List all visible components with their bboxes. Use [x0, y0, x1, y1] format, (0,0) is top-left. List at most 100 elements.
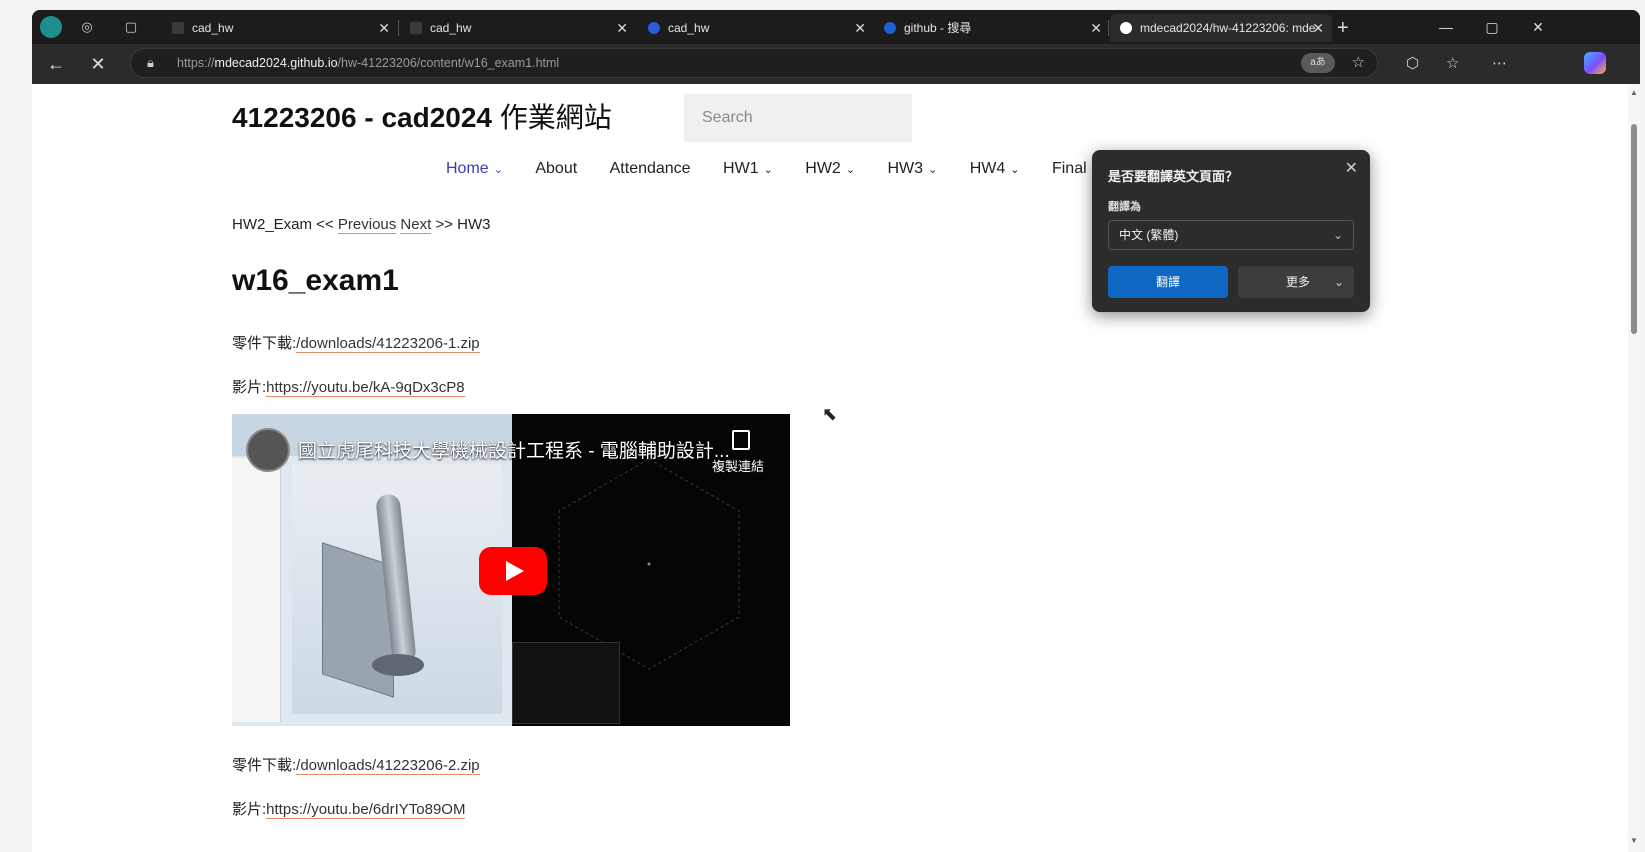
youtube-embed[interactable]: 國立虎尾科技大學機械設計工程系 - 電腦輔助設計... 複製連結 [232, 414, 790, 726]
nav-label: HW2 [805, 160, 841, 177]
breadcrumb: HW2_Exam << Previous Next >> HW3 [232, 216, 491, 234]
nav-home[interactable]: Home ⌄ [446, 160, 503, 178]
site-title-text: 41223206 - cad2024 [232, 102, 492, 133]
tab-cad-hw-3[interactable]: cad_hw ✕ [638, 14, 874, 42]
tab-favicon-icon [172, 22, 184, 34]
cad-viewport [292, 464, 502, 714]
tab-github-search[interactable]: github - 搜尋 ✕ [874, 14, 1110, 42]
chevron-down-icon: ⌄ [763, 164, 773, 176]
tab-github-repo[interactable]: mdecad2024/hw-41223206: mde ✕ [1110, 14, 1332, 42]
tab-title: cad_hw [668, 21, 710, 35]
close-icon[interactable]: ✕ [1312, 14, 1324, 42]
more-button[interactable]: 更多 ⌄ [1238, 266, 1354, 298]
page-title: w16_exam1 [232, 264, 399, 297]
more-button-label: 更多 [1286, 275, 1311, 289]
nav-attendance[interactable]: Attendance [610, 160, 691, 178]
tab-actions-icon[interactable]: ▢ [122, 18, 140, 36]
play-button[interactable] [479, 547, 547, 595]
video2-paragraph: 影片:https://youtu.be/6drIYTo89OM [232, 798, 466, 819]
close-icon[interactable]: ✕ [378, 14, 390, 42]
lock-icon[interactable]: 🔒︎ [147, 55, 154, 71]
profile-avatar[interactable] [40, 16, 62, 38]
breadcrumb-suffix: >> HW3 [435, 216, 491, 233]
translate-popup: 是否要翻譯英文頁面？ ✕ 翻譯為 中文 (繁體) ⌄ 翻譯 更多 ⌄ [1092, 150, 1370, 312]
part2-paragraph: 零件下載:/downloads/41223206-2.zip [232, 754, 480, 775]
search-icon [884, 22, 896, 34]
page-scrollbar[interactable]: ▲ ▼ [1628, 84, 1640, 852]
translate-button[interactable]: 翻譯 [1108, 266, 1228, 298]
chevron-down-icon: ⌄ [845, 164, 856, 176]
url-text[interactable]: https://mdecad2024.github.io/hw-41223206… [177, 49, 559, 77]
minimize-button[interactable]: — [1426, 16, 1466, 38]
copy-link-label[interactable]: 複製連結 [712, 456, 764, 475]
video1-label: 影片: [232, 379, 267, 396]
back-button[interactable]: ← [42, 52, 70, 76]
main-nav: Home ⌄ About Attendance HW1 ⌄ HW2 ⌄ HW3 ⌄ HW… [446, 160, 1140, 190]
workspaces-icon[interactable]: ◎ [78, 18, 96, 36]
search-input[interactable]: Search [684, 94, 912, 142]
window-close-button[interactable]: ✕ [1518, 16, 1558, 38]
video1-paragraph: 影片:https://youtu.be/kA-9qDx3cP8 [232, 376, 465, 397]
part1-download-link[interactable]: /downloads/41223206-1.zip [296, 335, 480, 353]
video2-link[interactable]: https://youtu.be/6drIYTo89OM [266, 801, 466, 819]
nav-hw4[interactable]: HW4 ⌄ [970, 160, 1020, 178]
browser-toolbar: ← ✕ 🔒︎ https://mdecad2024.github.io/hw-4… [32, 44, 1640, 84]
chevron-down-icon: ⌄ [928, 164, 938, 176]
close-icon[interactable]: ✕ [1345, 158, 1358, 178]
copilot-icon[interactable] [1584, 52, 1606, 74]
web-page: 41223206 - cad2024 作業網站 Search Home ⌄ Abo… [32, 84, 1628, 852]
previous-link[interactable]: Previous [337, 216, 397, 234]
mouse-cursor-icon: ⬉ [822, 404, 838, 424]
video1-link[interactable]: https://youtu.be/kA-9qDx3cP8 [266, 379, 465, 397]
cad-console [512, 642, 620, 724]
part2-download-link[interactable]: /downloads/41223206-2.zip [296, 757, 480, 775]
address-bar[interactable]: 🔒︎ https://mdecad2024.github.io/hw-41223… [130, 48, 1378, 78]
nav-hw1[interactable]: HW1 ⌄ [723, 160, 773, 178]
video2-label: 影片: [232, 801, 267, 818]
extensions-icon[interactable]: ⬡ [1406, 54, 1419, 72]
favorites-icon[interactable]: ☆ [1446, 54, 1459, 72]
language-select[interactable]: 中文 (繁體) ⌄ [1108, 220, 1354, 250]
close-icon[interactable]: ✕ [616, 14, 628, 42]
stop-loading-button[interactable]: ✕ [84, 52, 112, 76]
nav-label: HW3 [887, 160, 924, 177]
translate-icon[interactable]: aあ [1301, 53, 1335, 73]
cad-part-tree [232, 458, 281, 722]
tab-separator [1108, 20, 1109, 36]
popup-title: 是否要翻譯英文頁面？ [1108, 169, 1239, 184]
nav-about[interactable]: About [535, 160, 577, 178]
part1-paragraph: 零件下載:/downloads/41223206-1.zip [232, 332, 480, 353]
chevron-down-icon: ⌄ [493, 164, 503, 176]
nav-label: HW1 [723, 160, 759, 177]
next-link[interactable]: Next [400, 216, 432, 234]
chevron-down-icon: ⌄ [1332, 228, 1343, 242]
tab-title: mdecad2024/hw-41223206: mde [1140, 21, 1316, 35]
github-icon [1120, 22, 1132, 34]
chevron-down-icon: ⌄ [1010, 164, 1020, 176]
close-icon[interactable]: ✕ [1090, 14, 1102, 42]
tab-separator [398, 20, 399, 36]
more-menu-icon[interactable]: ⋯ [1492, 54, 1507, 72]
tab-strip: ◎ ▢ cad_hw ✕ cad_hw ✕ cad_hw ✕ github - … [32, 10, 1640, 44]
site-title[interactable]: 41223206 - cad2024 作業網站 [232, 96, 612, 136]
translate-to-label: 翻譯為 [1108, 201, 1141, 213]
url-domain: mdecad2024.github.io [214, 56, 338, 70]
favorite-star-icon[interactable]: ☆ [1352, 53, 1365, 71]
scroll-up-icon[interactable]: ▲ [1630, 88, 1638, 97]
nav-hw3[interactable]: HW3 ⌄ [888, 160, 938, 178]
nav-hw2[interactable]: HW2 ⌄ [805, 160, 855, 178]
browser-window: ◎ ▢ cad_hw ✕ cad_hw ✕ cad_hw ✕ github - … [32, 10, 1640, 852]
scroll-down-icon[interactable]: ▼ [1630, 836, 1638, 845]
new-tab-button[interactable]: + [1337, 14, 1349, 42]
video-title[interactable]: 國立虎尾科技大學機械設計工程系 - 電腦輔助設計... [298, 436, 730, 463]
copy-icon[interactable] [732, 430, 750, 450]
channel-avatar[interactable] [246, 428, 290, 472]
chevron-down-icon: ⌄ [1333, 275, 1344, 289]
part-cap [372, 654, 424, 676]
tab-cad-hw-2[interactable]: cad_hw ✕ [400, 14, 636, 42]
maximize-button[interactable]: ▢ [1472, 16, 1512, 38]
site-title-zh: 作業網站 [499, 102, 612, 133]
tab-cad-hw-1[interactable]: cad_hw ✕ [162, 14, 398, 42]
close-icon[interactable]: ✕ [854, 14, 866, 42]
scroll-thumb[interactable] [1631, 124, 1637, 334]
